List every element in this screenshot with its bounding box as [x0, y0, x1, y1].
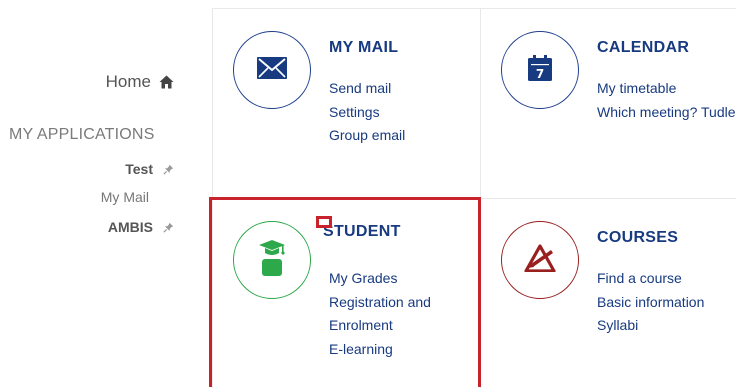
home-label: Home — [105, 72, 151, 91]
sidebar: Home MY APPLICATIONS Test My Mail AMBIS — [0, 0, 200, 387]
link-find-a-course[interactable]: Find a course — [597, 267, 704, 291]
tile-title[interactable]: MY MAIL — [329, 39, 398, 57]
application-grid: MY MAIL Send mail Settings Group email 7… — [212, 8, 736, 388]
pin-icon[interactable] — [163, 164, 174, 175]
tile-link-list: Send mail Settings Group email — [329, 77, 405, 148]
link-basic-information[interactable]: Basic information — [597, 291, 704, 315]
link-my-grades[interactable]: My Grades — [329, 267, 431, 291]
link-registration-and[interactable]: Registration and — [329, 291, 431, 315]
tile-student: STUDENT My Grades Registration and Enrol… — [213, 199, 481, 388]
link-enrolment[interactable]: Enrolment — [329, 314, 431, 338]
link-send-mail[interactable]: Send mail — [329, 77, 405, 101]
tile-my-mail: MY MAIL Send mail Settings Group email — [213, 9, 481, 199]
sidebar-app-test[interactable]: Test — [125, 161, 174, 177]
link-my-timetable[interactable]: My timetable — [597, 77, 736, 101]
sidebar-app-label: My Mail — [100, 189, 149, 205]
tile-courses: COURSES Find a course Basic information … — [481, 199, 736, 388]
link-group-email[interactable]: Group email — [329, 124, 405, 148]
sidebar-app-my-mail[interactable]: My Mail — [101, 189, 149, 205]
sidebar-app-ambis[interactable]: AMBIS — [108, 219, 174, 235]
link-which-meeting-tudle[interactable]: Which meeting? Tudle — [597, 101, 736, 125]
pin-icon[interactable] — [163, 222, 174, 233]
my-mail-icon-circle[interactable] — [233, 31, 311, 109]
tile-link-list: Find a course Basic information Syllabi — [597, 267, 704, 338]
calendar-day-number: 7 — [536, 67, 544, 81]
link-settings[interactable]: Settings — [329, 101, 405, 125]
envelope-icon — [257, 56, 287, 84]
tile-link-list: My timetable Which meeting? Tudle — [597, 77, 736, 124]
sidebar-app-label: Test — [125, 161, 153, 177]
tile-title[interactable]: STUDENT — [316, 216, 401, 241]
student-icon-circle[interactable] — [233, 221, 311, 299]
link-syllabi[interactable]: Syllabi — [597, 314, 704, 338]
link-e-learning[interactable]: E-learning — [329, 338, 431, 362]
tile-calendar: 7 CALENDAR My timetable Which meeting? T… — [481, 9, 736, 199]
graduate-icon — [259, 239, 285, 281]
tile-title[interactable]: COURSES — [597, 229, 678, 247]
calendar-icon-circle[interactable]: 7 — [501, 31, 579, 109]
my-applications-heading: MY APPLICATIONS — [9, 126, 155, 143]
courses-icon-circle[interactable] — [501, 221, 579, 299]
tile-title[interactable]: CALENDAR — [597, 39, 689, 57]
calendar-icon: 7 — [526, 54, 554, 87]
home-link[interactable]: Home — [106, 72, 174, 92]
student-title-label: STUDENT — [323, 223, 401, 240]
tile-link-list: My Grades Registration and Enrolment E-l… — [329, 267, 431, 361]
home-icon — [159, 75, 174, 89]
student-title-highlight-box — [316, 216, 332, 228]
compass-icon — [524, 243, 556, 277]
sidebar-app-label: AMBIS — [107, 219, 153, 235]
